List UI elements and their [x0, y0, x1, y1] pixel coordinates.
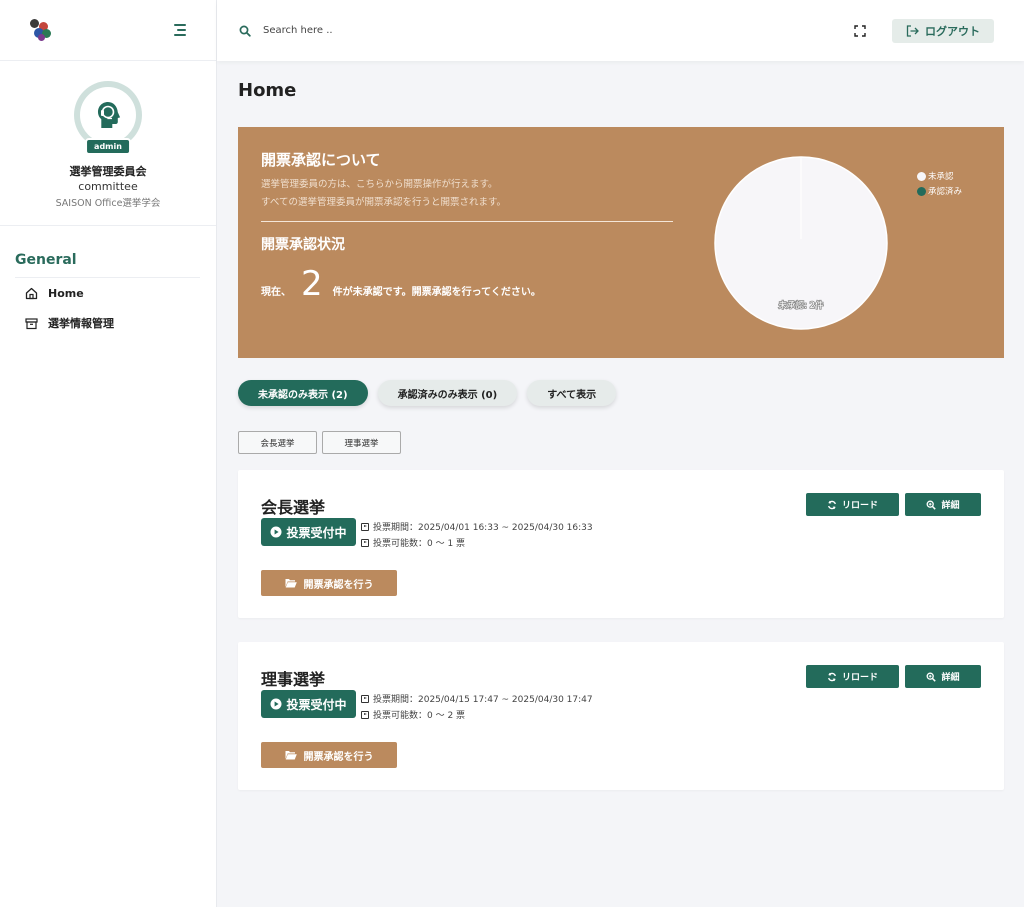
- detail-label: 詳細: [941, 673, 960, 683]
- detail-label: 詳細: [941, 501, 960, 511]
- election-title: 会長選挙: [261, 498, 326, 517]
- legend-item-pending[interactable]: 未承認: [917, 170, 962, 182]
- page-title: Home: [238, 80, 297, 101]
- filter-all-button[interactable]: すべて表示: [527, 380, 617, 406]
- voting-period-text: 投票期間：2025/04/15 17:47 ~ 2025/04/30 17:47: [373, 695, 593, 705]
- nav-section-title: General: [15, 252, 200, 278]
- banner-divider: [261, 221, 673, 222]
- pending-count: 2: [301, 264, 323, 304]
- election-title: 理事選挙: [261, 670, 326, 689]
- square-arrow-icon: [361, 538, 369, 547]
- tag-president-election[interactable]: 会長選挙: [238, 431, 317, 454]
- filter-approved-button[interactable]: 承認済みのみ表示 (0): [377, 380, 518, 406]
- approve-opening-label: 開票承認を行う: [303, 579, 374, 591]
- sidebar-header: [0, 0, 216, 61]
- support-agent-icon: [98, 102, 121, 128]
- logout-label: ログアウト: [925, 24, 980, 38]
- status-suffix: 件が未承認です。開票承認を行ってください。: [332, 287, 541, 298]
- vote-limit-text: 投票可能数：0 〜 2 票: [373, 711, 466, 721]
- reload-button[interactable]: リロード: [806, 665, 899, 688]
- admin-badge: admin: [85, 138, 131, 155]
- user-org: SAISON Office選挙学会: [55, 198, 161, 209]
- status-heading: 開票承認状況: [261, 237, 345, 253]
- sidebar-item-label: Home: [48, 286, 84, 300]
- logout-icon: [906, 24, 919, 37]
- search-icon[interactable]: [239, 25, 251, 37]
- approval-pie-chart: 未承認: 2件: [714, 156, 888, 330]
- reload-button[interactable]: リロード: [806, 493, 899, 516]
- square-arrow-icon: [361, 522, 369, 531]
- search-input[interactable]: [263, 25, 463, 36]
- folder-open-icon: [285, 751, 297, 760]
- voting-status-label: 投票受付中: [286, 525, 347, 540]
- election-card: 理事選挙 投票受付中 投票期間：2025/04/15 17:47 ~ 2025/…: [238, 642, 1004, 790]
- legend-label: 未承認: [928, 172, 954, 182]
- legend-item-approved[interactable]: 承認済み: [917, 185, 962, 197]
- voting-status-badge: 投票受付中: [261, 690, 356, 718]
- voting-status-label: 投票受付中: [286, 697, 347, 712]
- square-arrow-icon: [361, 710, 369, 719]
- fullscreen-icon[interactable]: [854, 24, 866, 37]
- tag-director-election[interactable]: 理事選挙: [322, 431, 401, 454]
- home-icon: [25, 287, 38, 299]
- banner-heading: 開票承認について: [261, 151, 381, 169]
- user-name: 選挙管理委員会: [69, 165, 147, 178]
- sidebar-item-election-management[interactable]: 選挙情報管理: [0, 308, 216, 338]
- filter-buttons: 未承認のみ表示 (2) 承認済みのみ表示 (0) すべて表示: [238, 380, 617, 406]
- refresh-icon: [828, 672, 836, 681]
- vote-limit-text: 投票可能数：0 〜 1 票: [373, 539, 466, 549]
- voting-period: 投票期間：2025/04/01 16:33 ~ 2025/04/30 16:33: [361, 520, 593, 533]
- play-circle-icon: [270, 526, 282, 538]
- play-circle-icon: [270, 698, 282, 710]
- folder-open-icon: [285, 579, 297, 588]
- search-bar: [239, 25, 854, 37]
- sidebar-item-label: 選挙情報管理: [48, 317, 114, 330]
- voting-period: 投票期間：2025/04/15 17:47 ~ 2025/04/30 17:47: [361, 692, 593, 705]
- banner-description-line2: すべての選挙管理委員が開票承認を行うと開票されます。: [261, 197, 507, 208]
- logout-button[interactable]: ログアウト: [892, 18, 994, 43]
- chart-legend: 未承認 承認済み: [917, 170, 962, 200]
- top-header: ログアウト: [217, 0, 1024, 61]
- banner-description-line1: 選挙管理委員の方は、こちらから開票操作が行えます。: [261, 179, 498, 190]
- legend-swatch-pending: [917, 171, 926, 181]
- vote-limit: 投票可能数：0 〜 1 票: [361, 536, 465, 549]
- vote-limit: 投票可能数：0 〜 2 票: [361, 708, 465, 721]
- avatar: admin: [74, 81, 142, 155]
- reload-label: リロード: [841, 673, 878, 683]
- status-prefix: 現在、: [261, 287, 291, 298]
- election-tag-list: 会長選挙 理事選挙: [238, 431, 401, 454]
- user-role: committee: [78, 180, 138, 193]
- detail-button[interactable]: 詳細: [905, 493, 981, 516]
- reload-label: リロード: [841, 501, 878, 511]
- sidebar-item-home[interactable]: Home: [0, 278, 216, 308]
- square-arrow-icon: [361, 694, 369, 703]
- voting-period-text: 投票期間：2025/04/01 16:33 ~ 2025/04/30 16:33: [373, 523, 593, 533]
- pie-slice-label: 未承認: 2件: [779, 300, 824, 311]
- sidebar: admin 選挙管理委員会 committee SAISON Office選挙学…: [0, 0, 217, 907]
- app-logo[interactable]: [30, 19, 54, 41]
- approval-banner: 開票承認について 選挙管理委員の方は、こちらから開票操作が行えます。 すべての選…: [238, 127, 1004, 358]
- approve-opening-label: 開票承認を行う: [303, 751, 374, 763]
- zoom-in-icon: [927, 500, 937, 510]
- refresh-icon: [828, 500, 836, 509]
- filter-pending-button[interactable]: 未承認のみ表示 (2): [238, 380, 368, 406]
- legend-label: 承認済み: [928, 187, 963, 197]
- detail-button[interactable]: 詳細: [905, 665, 981, 688]
- approve-opening-button[interactable]: 開票承認を行う: [261, 570, 397, 596]
- voting-status-badge: 投票受付中: [261, 518, 356, 546]
- election-card: 会長選挙 投票受付中 投票期間：2025/04/01 16:33 ~ 2025/…: [238, 470, 1004, 618]
- menu-toggle-icon[interactable]: [172, 24, 186, 36]
- status-text: 現在、 2 件が未承認です。開票承認を行ってください。: [261, 267, 541, 301]
- approve-opening-button[interactable]: 開票承認を行う: [261, 742, 397, 768]
- user-profile: admin 選挙管理委員会 committee SAISON Office選挙学…: [0, 61, 216, 226]
- zoom-in-icon: [927, 672, 937, 682]
- archive-icon: [25, 317, 38, 329]
- legend-swatch-approved: [917, 186, 926, 196]
